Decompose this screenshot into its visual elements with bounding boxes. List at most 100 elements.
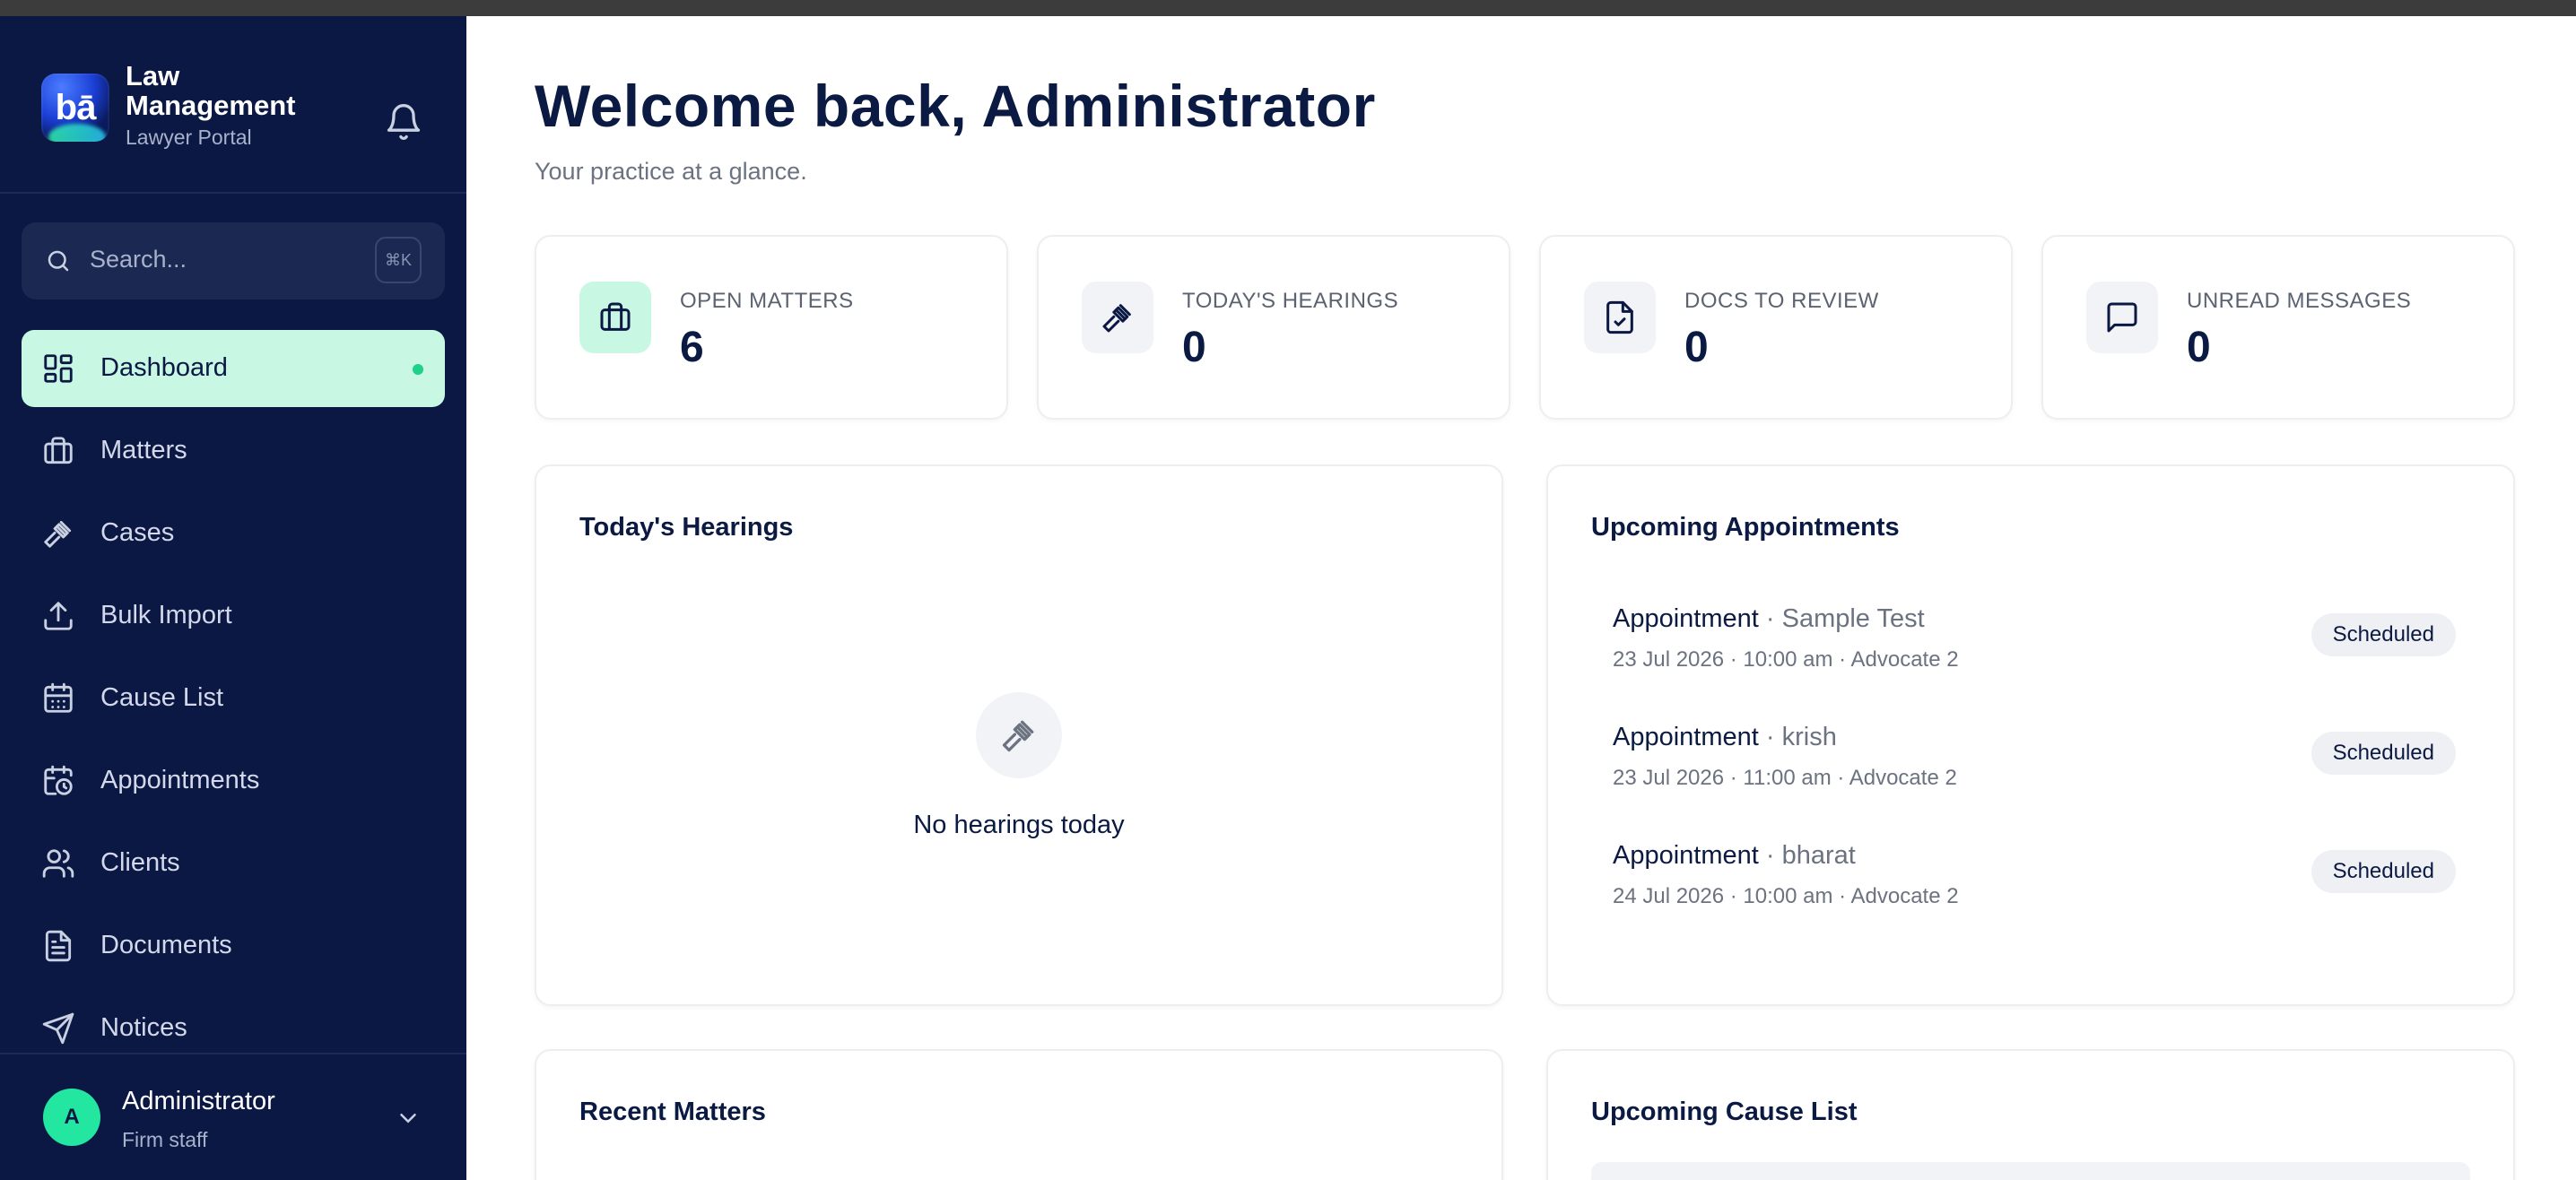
page-title: Welcome back, Administrator bbox=[535, 73, 1376, 139]
stat-value: 6 bbox=[680, 324, 704, 371]
dashboard-icon bbox=[44, 354, 73, 383]
appointment-separator: · bbox=[1758, 723, 1782, 751]
appointment-with: bharat bbox=[1781, 841, 1856, 870]
sidebar-item-appointments[interactable]: Appointments bbox=[22, 742, 445, 820]
upcoming-appointments-panel: Upcoming Appointments Appointment · Samp… bbox=[1546, 464, 2515, 1006]
sidebar-item-label: Appointments bbox=[100, 766, 260, 794]
message-icon bbox=[2107, 302, 2137, 333]
appointment-item[interactable]: Appointment · krish 23 Jul 2026 · 11:00 … bbox=[1613, 723, 2456, 821]
search-input[interactable]: Search... bbox=[90, 246, 187, 273]
stat-label: OPEN MATTERS bbox=[680, 289, 854, 313]
stat-value: 0 bbox=[2187, 324, 2211, 371]
window-top-bar bbox=[0, 0, 2576, 16]
stat-icon-bg bbox=[1082, 282, 1153, 353]
user-name: Administrator bbox=[122, 1087, 275, 1115]
sidebar-item-label: Bulk Import bbox=[100, 601, 232, 629]
search-shortcut-badge: ⌘K bbox=[375, 237, 422, 283]
status-badge: Scheduled bbox=[2311, 613, 2456, 656]
appointment-kind: Appointment bbox=[1613, 723, 1759, 751]
active-indicator-dot bbox=[413, 364, 423, 375]
stat-label: UNREAD MESSAGES bbox=[2187, 289, 2412, 313]
stat-label: DOCS TO REVIEW bbox=[1684, 289, 1879, 313]
appointment-kind: Appointment bbox=[1613, 604, 1759, 633]
appointment-separator: · bbox=[1758, 604, 1782, 633]
panel-title: Recent Matters bbox=[579, 1098, 766, 1126]
main-content: Welcome back, Administrator Your practic… bbox=[466, 16, 2576, 1180]
search-icon bbox=[48, 250, 69, 272]
sidebar-item-label: Cause List bbox=[100, 683, 224, 712]
document-icon bbox=[45, 930, 72, 962]
search-box[interactable]: Search... ⌘K bbox=[22, 222, 445, 299]
status-badge: Scheduled bbox=[2311, 732, 2456, 775]
stat-card-todays-hearings[interactable]: TODAY'S HEARINGS 0 bbox=[1037, 235, 1510, 420]
sidebar-item-label: Cases bbox=[100, 518, 175, 547]
document-check-icon bbox=[1606, 300, 1633, 334]
todays-hearings-panel: Today's Hearings No hearings today bbox=[535, 464, 1503, 1006]
appointment-kind: Appointment bbox=[1613, 841, 1759, 870]
stat-label: TODAY'S HEARINGS bbox=[1182, 289, 1399, 313]
panel-title: Upcoming Cause List bbox=[1591, 1098, 1858, 1126]
briefcase-icon bbox=[600, 302, 631, 331]
stat-icon-bg bbox=[579, 282, 651, 353]
calendar-icon bbox=[44, 682, 73, 713]
stat-card-open-matters[interactable]: OPEN MATTERS 6 bbox=[535, 235, 1008, 420]
appointment-separator: · bbox=[1758, 841, 1782, 870]
user-role: Firm staff bbox=[122, 1128, 208, 1151]
recent-matters-panel: Recent Matters bbox=[535, 1049, 1503, 1180]
gavel-icon bbox=[1102, 304, 1131, 333]
appointment-meta: 23 Jul 2026 · 11:00 am · Advocate 2 bbox=[1613, 766, 1957, 790]
user-menu[interactable]: A Administrator Firm staff bbox=[0, 1053, 466, 1180]
stat-card-unread-messages[interactable]: UNREAD MESSAGES 0 bbox=[2041, 235, 2515, 420]
sidebar-item-documents[interactable]: Documents bbox=[22, 907, 445, 985]
app-logo[interactable]: bā bbox=[41, 74, 109, 142]
gavel-icon bbox=[1002, 720, 1034, 752]
appointment-item[interactable]: Appointment · bharat 24 Jul 2026 · 10:00… bbox=[1613, 841, 2456, 940]
empty-state-text: No hearings today bbox=[913, 811, 1125, 839]
briefcase-icon bbox=[44, 437, 73, 464]
stat-card-docs-to-review[interactable]: DOCS TO REVIEW 0 bbox=[1539, 235, 2013, 420]
send-icon bbox=[42, 1012, 74, 1045]
panel-title: Today's Hearings bbox=[579, 513, 794, 542]
sidebar-item-bulk-import[interactable]: Bulk Import bbox=[22, 577, 445, 655]
sidebar-item-cause-list[interactable]: Cause List bbox=[22, 660, 445, 737]
empty-state-icon-bg bbox=[976, 692, 1062, 778]
upcoming-cause-list-panel: Upcoming Cause List bbox=[1546, 1049, 2515, 1180]
page-subtitle: Your practice at a glance. bbox=[535, 158, 807, 185]
cause-list-placeholder-row bbox=[1591, 1162, 2470, 1180]
chevron-down-icon[interactable] bbox=[395, 1105, 422, 1132]
stat-value: 0 bbox=[1182, 324, 1206, 371]
sidebar-item-matters[interactable]: Matters bbox=[22, 412, 445, 490]
appointment-item[interactable]: Appointment · Sample Test 23 Jul 2026 · … bbox=[1613, 604, 2456, 703]
sidebar-item-dashboard[interactable]: Dashboard bbox=[22, 330, 445, 407]
sidebar: bā Law Management Lawyer Portal Search..… bbox=[0, 16, 466, 1180]
sidebar-item-cases[interactable]: Cases bbox=[22, 495, 445, 572]
sidebar-item-label: Notices bbox=[100, 1013, 187, 1042]
upload-icon bbox=[44, 602, 73, 630]
appointment-meta: 23 Jul 2026 · 10:00 am · Advocate 2 bbox=[1613, 647, 1959, 672]
calendar-clock-icon bbox=[44, 765, 73, 795]
stat-icon-bg bbox=[1584, 282, 1656, 353]
appointment-title: Appointment · bharat bbox=[1613, 841, 1856, 871]
brand-header: bā Law Management Lawyer Portal bbox=[0, 16, 466, 194]
bell-icon[interactable] bbox=[384, 102, 423, 142]
appointment-meta: 24 Jul 2026 · 10:00 am · Advocate 2 bbox=[1613, 884, 1959, 908]
appointment-title: Appointment · Sample Test bbox=[1613, 604, 1925, 634]
sidebar-item-label: Matters bbox=[100, 436, 187, 464]
status-badge: Scheduled bbox=[2311, 850, 2456, 893]
logo-text: bā bbox=[55, 88, 97, 127]
sidebar-item-label: Dashboard bbox=[100, 353, 228, 382]
sidebar-item-label: Documents bbox=[100, 931, 232, 959]
appointment-with: Sample Test bbox=[1781, 604, 1925, 633]
sidebar-item-label: Clients bbox=[100, 848, 180, 877]
appointment-with: krish bbox=[1781, 723, 1837, 751]
stat-icon-bg bbox=[2086, 282, 2158, 353]
gavel-icon bbox=[44, 520, 72, 548]
sidebar-nav: Dashboard Matters Cases Bulk Import Caus… bbox=[22, 330, 445, 1072]
brand-title: Law Management bbox=[126, 60, 296, 121]
panel-title: Upcoming Appointments bbox=[1591, 513, 1900, 542]
sidebar-item-clients[interactable]: Clients bbox=[22, 825, 445, 902]
users-icon bbox=[42, 849, 74, 878]
avatar: A bbox=[43, 1089, 100, 1146]
stat-value: 0 bbox=[1684, 324, 1709, 371]
brand-subtitle: Lawyer Portal bbox=[126, 126, 252, 149]
